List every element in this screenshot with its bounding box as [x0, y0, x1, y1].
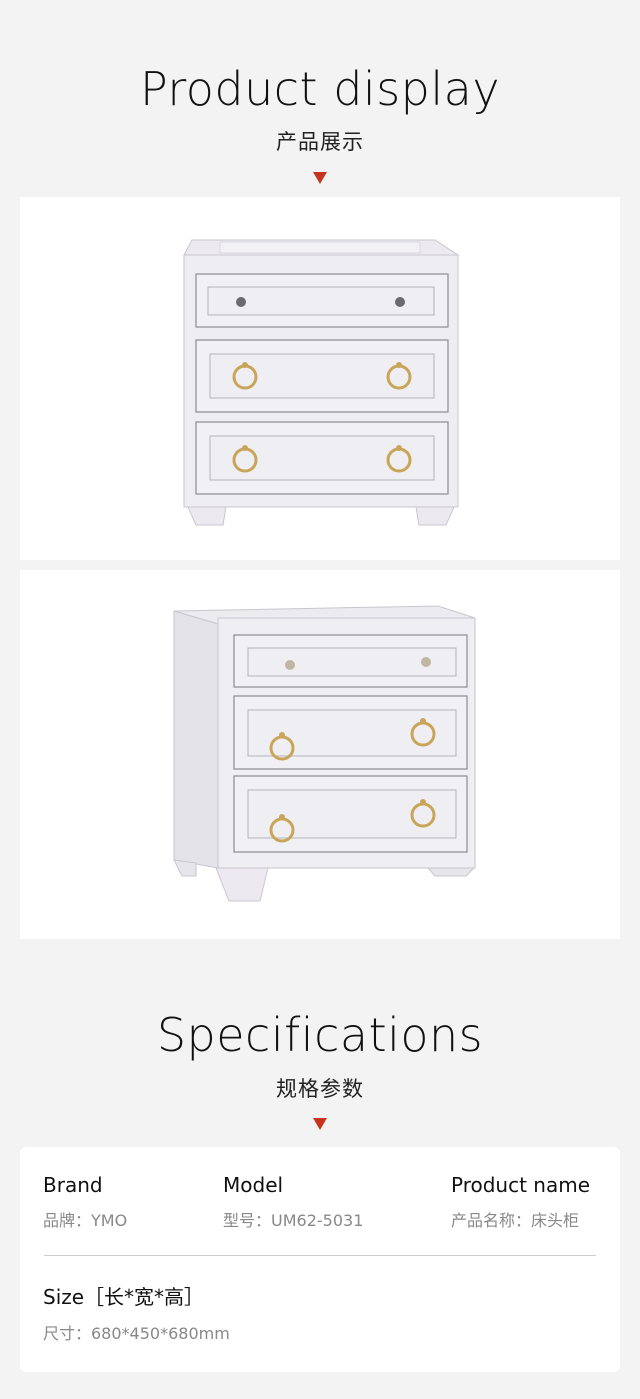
spec-model: Model 型号：UM62-5031	[223, 1173, 363, 1231]
display-title: Product display	[139, 62, 501, 116]
product-photo-front	[20, 197, 620, 560]
spec-divider	[44, 1255, 596, 1256]
spec-product-name-label: Product name	[451, 1173, 591, 1197]
spec-product-name-value: 产品名称：床头柜	[451, 1211, 580, 1230]
display-subtitle: 产品展示	[276, 130, 364, 154]
spec-product-name: Product name 产品名称：床头柜	[451, 1173, 590, 1231]
spec-size-value: 尺寸：680*450*680mm	[43, 1324, 230, 1343]
down-triangle-icon	[313, 1118, 327, 1130]
spec-card: Brand 品牌：YMO Model 型号：UM62-5031 Product …	[20, 1147, 620, 1372]
spec-brand: Brand 品牌：YMO	[43, 1173, 127, 1231]
spec-brand-value: 品牌：YMO	[43, 1211, 128, 1230]
spec-size-label: Size［长*宽*高］	[43, 1285, 205, 1309]
product-photo-angled	[20, 570, 620, 939]
down-triangle-icon	[313, 172, 327, 184]
specs-title: Specifications	[156, 1008, 484, 1062]
spec-model-value: 型号：UM62-5031	[223, 1211, 364, 1230]
spec-size: Size［长*宽*高］ 尺寸：680*450*680mm	[43, 1281, 230, 1344]
spec-brand-label: Brand	[43, 1173, 103, 1197]
spec-model-label: Model	[223, 1173, 284, 1197]
specs-subtitle: 规格参数	[276, 1077, 364, 1101]
